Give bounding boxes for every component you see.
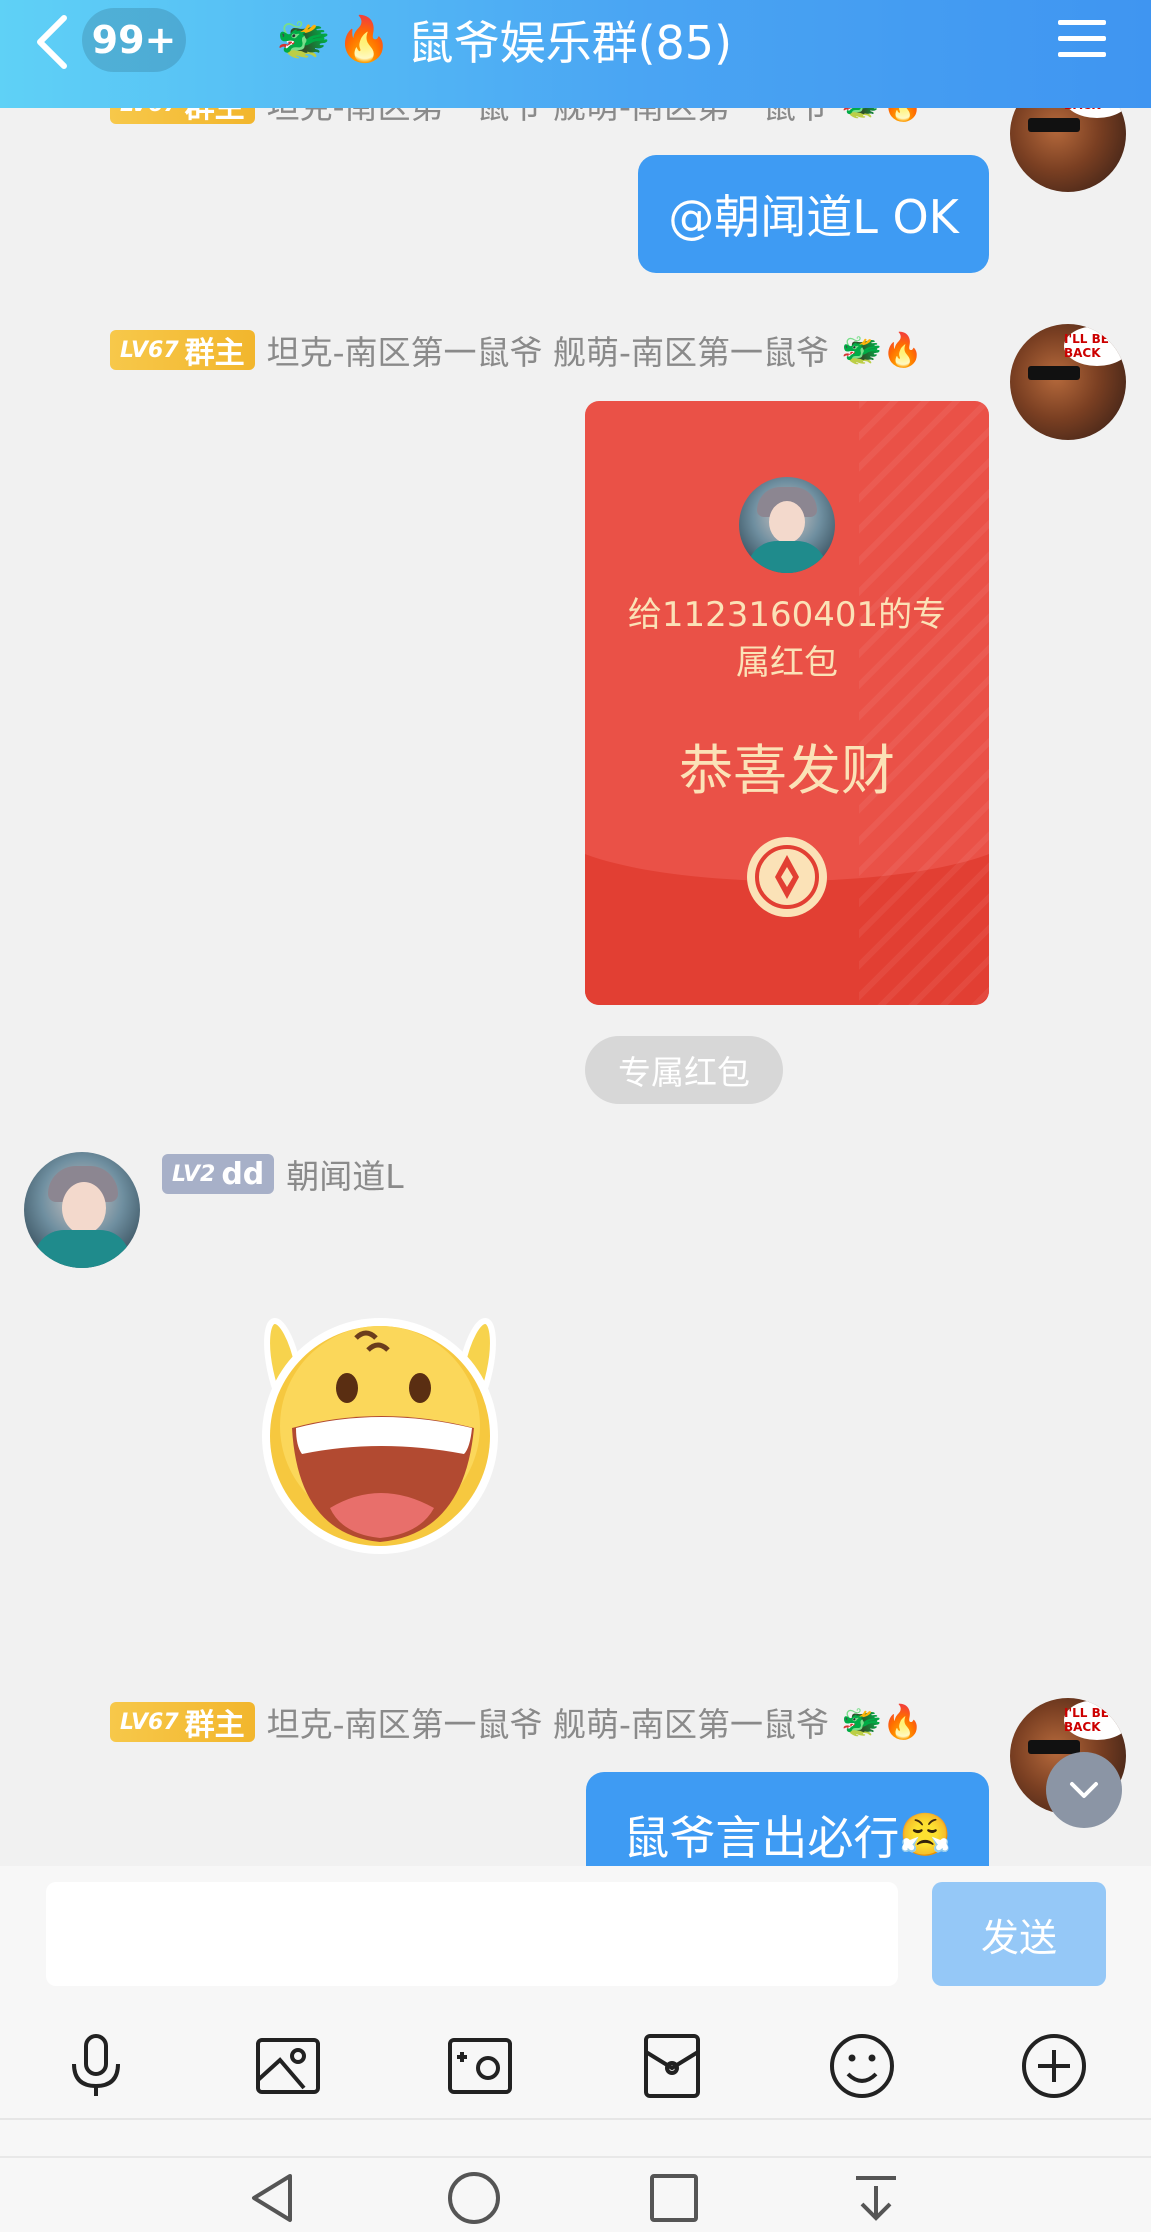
fire-icon: 🔥 bbox=[336, 14, 392, 65]
sender-emojis: 🐲🔥 bbox=[840, 1702, 924, 1741]
dragon-icon: 🐲 bbox=[276, 14, 331, 65]
menu-button[interactable] bbox=[1056, 16, 1108, 62]
chat-header: 99+ 🐲 🔥 鼠爷娱乐群(85) bbox=[0, 0, 1151, 108]
recipient-avatar bbox=[739, 477, 835, 573]
avatar[interactable] bbox=[24, 1152, 140, 1268]
message-input[interactable] bbox=[46, 1882, 898, 1986]
hamburger-menu-icon bbox=[1058, 20, 1106, 57]
image-icon[interactable] bbox=[252, 2030, 324, 2102]
red-packet-greeting: 恭喜发财 bbox=[679, 739, 895, 802]
emoji-icon[interactable] bbox=[826, 2030, 898, 2102]
scroll-to-bottom-button[interactable] bbox=[1046, 1752, 1122, 1828]
message-bubble[interactable]: @朝闻道L OK bbox=[638, 155, 989, 273]
chat-area[interactable]: LV67群主 坦克-南区第一鼠爷 舰萌-南区第一鼠爷 🐲🔥 I'LL BE BA… bbox=[0, 0, 1151, 1866]
laughing-emoji-sticker[interactable] bbox=[250, 1308, 510, 1568]
message-text: 鼠爷言出必行 bbox=[623, 1811, 900, 1865]
group-title-wrap[interactable]: 🐲 🔥 鼠爷娱乐群(85) bbox=[276, 4, 732, 76]
group-title: 鼠爷娱乐群(85) bbox=[407, 16, 733, 70]
sender-name: 朝闻道L bbox=[286, 1157, 404, 1196]
input-bar: 发送 bbox=[0, 1866, 1151, 2006]
red-packet-coin-icon bbox=[747, 837, 827, 917]
red-packet-card[interactable]: 给1123160401的专属红包 恭喜发财 bbox=[585, 401, 989, 1005]
message-bubble[interactable]: 鼠爷言出必行 😤 bbox=[586, 1772, 989, 1866]
unread-count-badge[interactable]: 99+ bbox=[82, 8, 186, 72]
avatar-speech-bubble: I'LL BE BACK bbox=[1064, 1700, 1126, 1740]
red-packet-icon[interactable] bbox=[636, 2030, 708, 2102]
avatar-speech-bubble: I'LL BE BACK bbox=[1064, 326, 1126, 366]
sender-name: 坦克-南区第一鼠爷 舰萌-南区第一鼠爷 bbox=[266, 333, 829, 372]
back-button[interactable] bbox=[30, 14, 74, 70]
level-badge: LV67群主 bbox=[110, 1702, 255, 1743]
red-packet-pattern bbox=[859, 401, 989, 1005]
plus-icon[interactable] bbox=[1018, 2030, 1090, 2102]
system-navigation-bar bbox=[0, 2156, 1151, 2232]
sender-info-row: LV2 dd 朝闻道L bbox=[162, 1150, 404, 1198]
nav-dropdown-icon[interactable] bbox=[846, 2168, 906, 2228]
message-emoji: 😤 bbox=[899, 1810, 952, 1859]
sender-name: 坦克-南区第一鼠爷 舰萌-南区第一鼠爷 bbox=[266, 1705, 829, 1744]
red-packet-label: 专属红包 bbox=[585, 1036, 783, 1104]
input-toolbar bbox=[0, 2006, 1151, 2118]
avatar-glasses bbox=[1028, 118, 1080, 132]
toolbar-divider bbox=[0, 2118, 1151, 2156]
red-packet-recipient: 给1123160401的专属红包 bbox=[627, 595, 947, 683]
sender-info-row: LV67群主 坦克-南区第一鼠爷 舰萌-南区第一鼠爷 🐲🔥 bbox=[110, 1698, 923, 1746]
level-badge: LV67群主 bbox=[110, 330, 255, 371]
nav-home-icon[interactable] bbox=[444, 2168, 504, 2228]
nav-recents-icon[interactable] bbox=[644, 2168, 704, 2228]
send-button[interactable]: 发送 bbox=[932, 1882, 1106, 1986]
sender-info-row: LV67群主 坦克-南区第一鼠爷 舰萌-南区第一鼠爷 🐲🔥 bbox=[110, 326, 923, 374]
chevron-left-icon bbox=[37, 15, 67, 69]
level-badge: LV2 dd bbox=[162, 1154, 275, 1194]
avatar-glasses bbox=[1028, 366, 1080, 380]
sender-emojis: 🐲🔥 bbox=[840, 330, 924, 369]
avatar-glasses bbox=[1028, 1740, 1080, 1754]
nav-back-icon[interactable] bbox=[244, 2168, 304, 2228]
chevron-down-icon bbox=[1070, 1782, 1098, 1798]
avatar[interactable]: I'LL BE BACK bbox=[1010, 324, 1126, 440]
camera-icon[interactable] bbox=[444, 2030, 516, 2102]
microphone-icon[interactable] bbox=[60, 2030, 132, 2102]
